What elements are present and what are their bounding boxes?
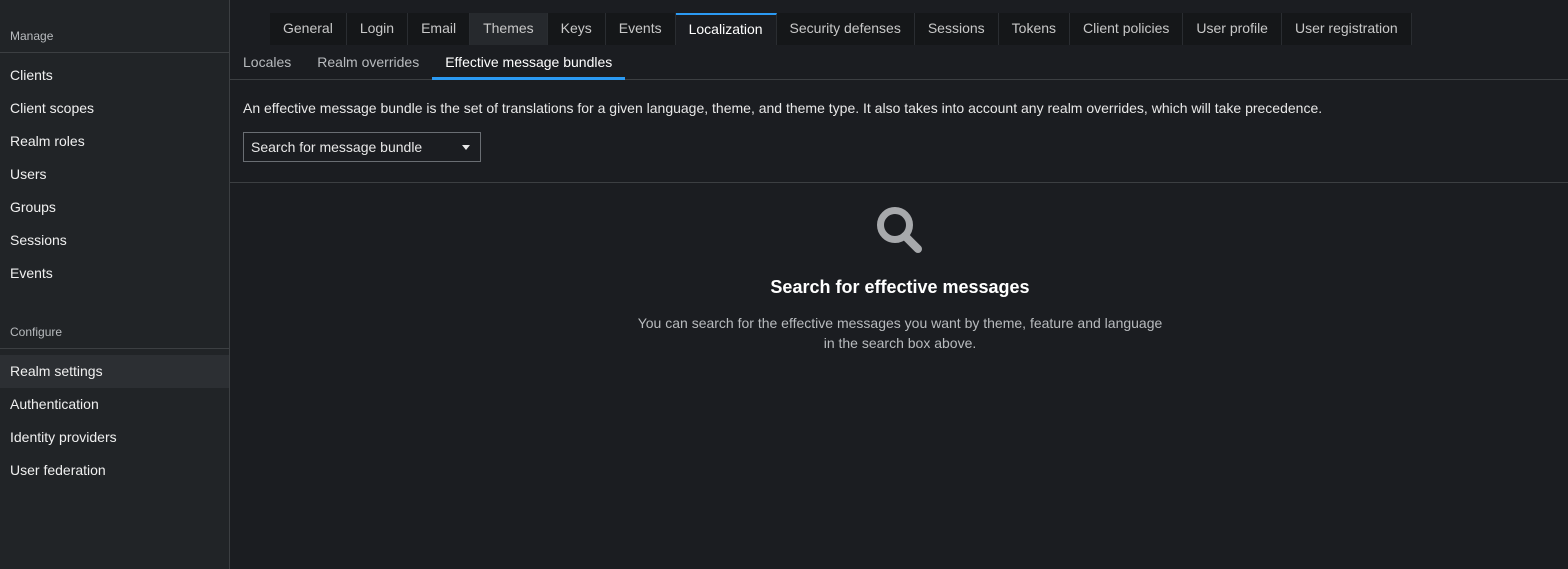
sidebar-item-events[interactable]: Events <box>0 257 229 290</box>
caret-down-icon <box>462 145 470 150</box>
nav-section-manage-title: Manage <box>10 29 54 43</box>
sidebar-item-realm-roles[interactable]: Realm roles <box>0 125 229 158</box>
main-content: General Login Email Themes Keys Events L… <box>230 0 1568 569</box>
empty-state-title: Search for effective messages <box>770 277 1030 297</box>
sidebar-item-user-federation[interactable]: User federation <box>0 454 229 487</box>
tab-themes[interactable]: Themes <box>470 13 548 45</box>
tab-tokens[interactable]: Tokens <box>999 13 1071 45</box>
tab-keys[interactable]: Keys <box>548 13 606 45</box>
app-root: Manage Clients Client scopes Realm roles… <box>0 0 1568 569</box>
tab-general[interactable]: General <box>270 13 347 45</box>
sidebar: Manage Clients Client scopes Realm roles… <box>0 0 230 569</box>
subtab-effective-message-bundles[interactable]: Effective message bundles <box>432 45 626 80</box>
tab-security-defenses[interactable]: Security defenses <box>777 13 915 45</box>
tab-email[interactable]: Email <box>408 13 471 45</box>
tab-localization[interactable]: Localization <box>675 13 777 45</box>
message-bundle-search-select[interactable]: Search for message bundle <box>243 132 481 162</box>
nav-section-configure-title: Configure <box>10 325 63 339</box>
nav-divider <box>0 52 229 53</box>
bundle-description: An effective message bundle is the set o… <box>243 100 1323 116</box>
search-icon <box>877 207 922 253</box>
sidebar-item-identity-providers[interactable]: Identity providers <box>0 421 229 454</box>
sidebar-item-users[interactable]: Users <box>0 158 229 191</box>
localization-subtabs: Locales Realm overrides Effective messag… <box>230 45 1568 80</box>
tab-user-profile[interactable]: User profile <box>1183 13 1282 45</box>
tab-login[interactable]: Login <box>347 13 409 45</box>
nav-divider <box>0 348 229 349</box>
tab-events[interactable]: Events <box>606 13 676 45</box>
sidebar-item-groups[interactable]: Groups <box>0 191 229 224</box>
empty-state-body-line: You can search for the effective message… <box>637 315 1163 331</box>
empty-state-body: You can search for the effective message… <box>600 313 1200 353</box>
search-select-value: Search for message bundle <box>251 139 423 155</box>
empty-state: Search for effective messages You can se… <box>600 205 1200 353</box>
empty-state-body-line: in the search box above. <box>823 335 977 351</box>
sidebar-item-realm-settings[interactable]: Realm settings <box>0 355 229 388</box>
sidebar-item-clients[interactable]: Clients <box>0 59 229 92</box>
tab-user-registration[interactable]: User registration <box>1282 13 1412 45</box>
sidebar-item-sessions[interactable]: Sessions <box>0 224 229 257</box>
realm-settings-tabs: General Login Email Themes Keys Events L… <box>270 13 1412 45</box>
subtab-realm-overrides[interactable]: Realm overrides <box>304 45 432 79</box>
sidebar-item-authentication[interactable]: Authentication <box>0 388 229 421</box>
subtab-locales[interactable]: Locales <box>230 45 304 79</box>
tab-sessions[interactable]: Sessions <box>915 13 999 45</box>
sidebar-item-client-scopes[interactable]: Client scopes <box>0 92 229 125</box>
tab-client-policies[interactable]: Client policies <box>1070 13 1184 45</box>
section-divider <box>230 182 1568 183</box>
